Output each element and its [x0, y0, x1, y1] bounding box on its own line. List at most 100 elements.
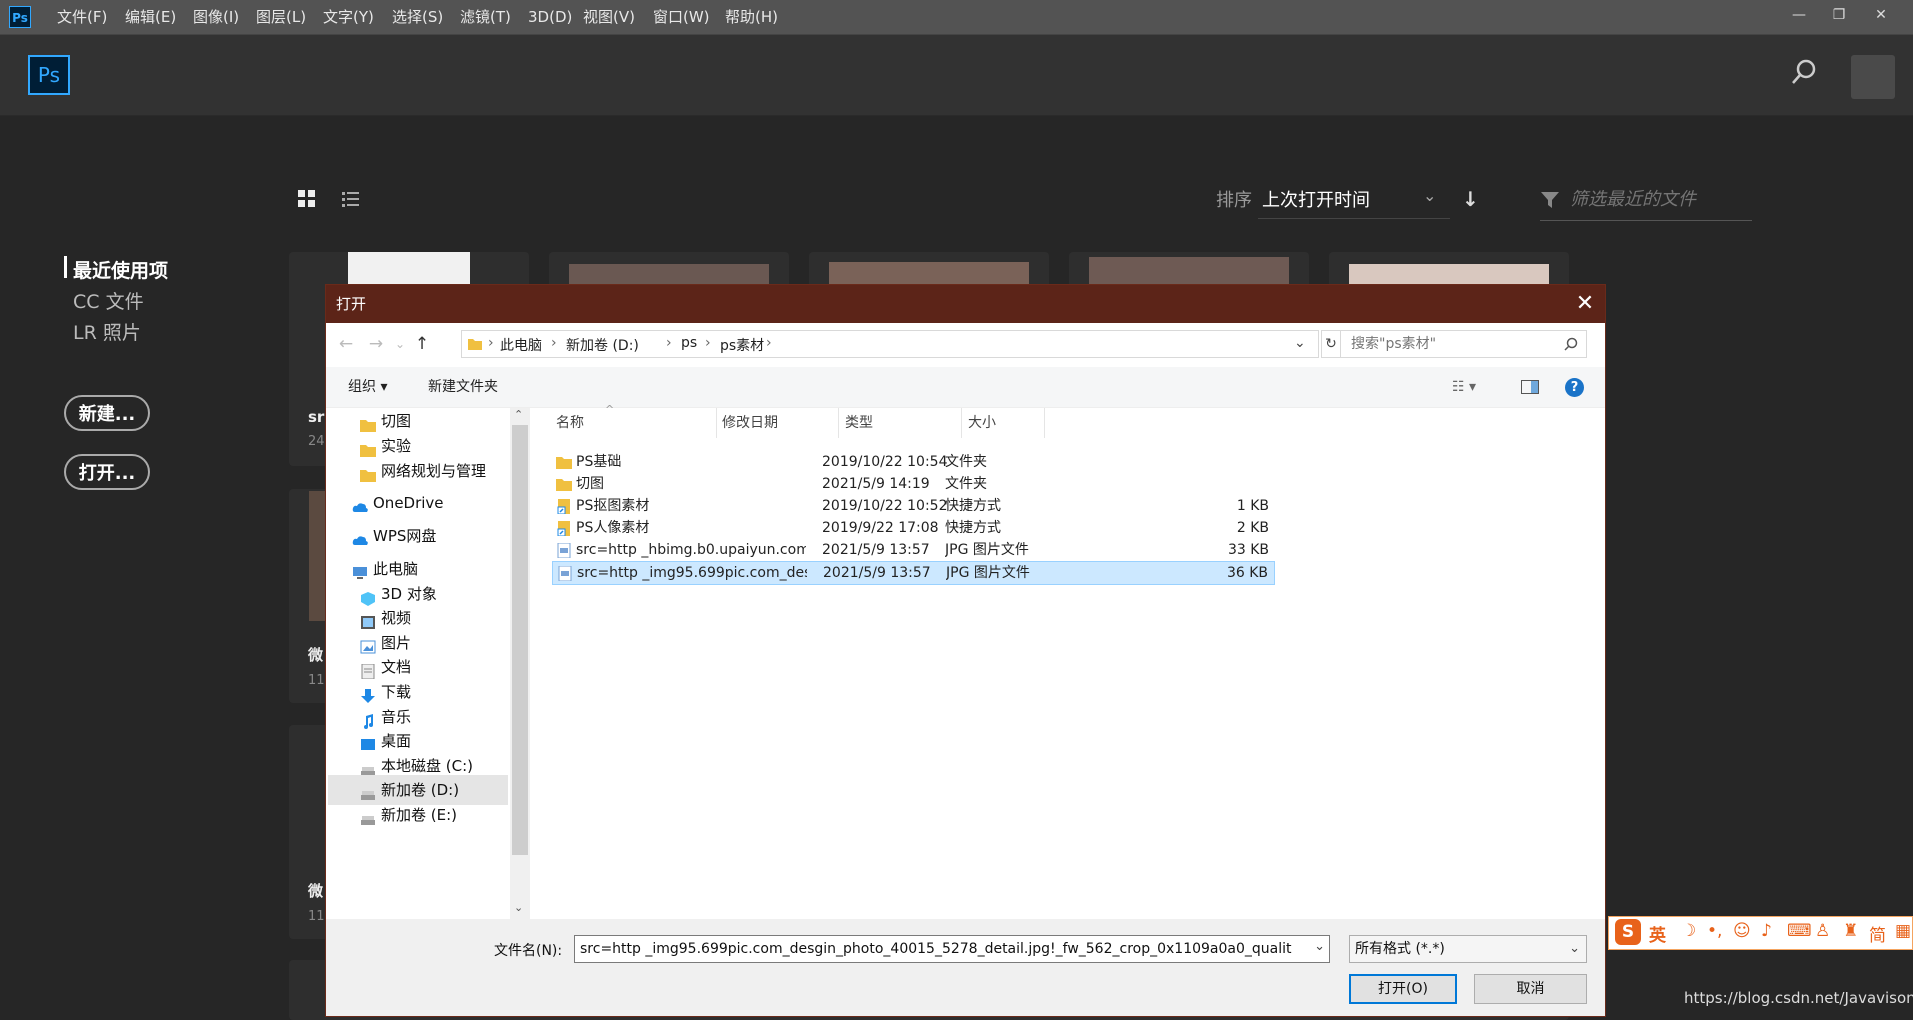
nav-cc-files[interactable]: CC 文件 — [73, 287, 144, 314]
image-file-icon — [557, 566, 573, 588]
nav-lr-photos[interactable]: LR 照片 — [73, 318, 141, 345]
menu-item[interactable]: 帮助(H) — [725, 0, 778, 34]
tree-item[interactable]: WPS网盘 — [328, 521, 508, 551]
shirt-icon[interactable]: ♜ — [1843, 921, 1858, 941]
file-size: 2 KB — [1236, 520, 1269, 536]
breadcrumb-item[interactable]: 此电脑 — [500, 335, 542, 355]
file-row[interactable]: PS基础 2019/10/22 10:54 文件夹 — [552, 451, 1275, 475]
nav-recent[interactable]: 最近使用项 — [73, 256, 168, 283]
new-button[interactable]: 新建... — [64, 395, 150, 431]
filter-field[interactable] — [1540, 182, 1752, 221]
moon-icon[interactable]: ☽ — [1681, 921, 1696, 941]
column-header-date[interactable]: 修改日期 — [722, 408, 778, 438]
grid-view-icon[interactable] — [298, 190, 316, 208]
filetype-value: 所有格式 (*.*) — [1355, 941, 1445, 957]
ime-mode[interactable]: 英 — [1649, 921, 1666, 946]
ime-toolbar[interactable]: S 英 ☽ •, ☺ ♪ ⌨ ♙ ♜ 简 ▦ — [1608, 916, 1913, 950]
punctuation-icon[interactable]: •, — [1707, 921, 1722, 941]
filetype-select[interactable]: 所有格式 (*.*) ⌄ — [1349, 935, 1587, 963]
chevron-down-icon[interactable]: ⌄ — [1314, 939, 1325, 954]
cancel-button[interactable]: 取消 — [1474, 974, 1587, 1004]
column-separator[interactable] — [838, 408, 839, 438]
emoji-icon[interactable]: ☺ — [1733, 921, 1751, 941]
close-icon[interactable]: ✕ — [1570, 289, 1600, 319]
file-date: 2019/9/22 17:08 — [822, 520, 939, 536]
filter-input[interactable] — [1568, 188, 1752, 211]
open-button[interactable]: 打开... — [64, 454, 150, 490]
menu-item[interactable]: 编辑(E) — [125, 0, 176, 34]
organize-button[interactable]: 组织 ▾ — [348, 367, 387, 407]
column-separator[interactable] — [1044, 408, 1045, 438]
file-name: PS人像素材 — [576, 520, 650, 536]
open-file-button[interactable]: 打开(O) — [1349, 974, 1457, 1004]
column-header-size[interactable]: 大小 — [968, 408, 996, 438]
forward-arrow-icon[interactable]: → — [364, 332, 388, 356]
scroll-down-icon[interactable]: ⌄ — [514, 901, 523, 914]
column-header-type[interactable]: 类型 — [845, 408, 873, 438]
view-options-icon[interactable]: ☷ ▾ — [1452, 367, 1476, 407]
menu-item[interactable]: 窗口(W) — [653, 0, 710, 34]
grid-icon[interactable]: ▦ — [1895, 921, 1911, 941]
user-icon[interactable]: ♙ — [1815, 921, 1830, 941]
tree-item[interactable]: 新加卷 (E:) — [328, 800, 508, 830]
file-row[interactable]: src=http _hbimg.b0.upaiyun.com_14... 2021… — [552, 539, 1275, 563]
menu-item[interactable]: 文字(Y) — [323, 0, 374, 34]
help-icon[interactable]: ? — [1565, 378, 1584, 397]
refresh-icon[interactable]: ↻ — [1321, 330, 1341, 358]
breadcrumb-item[interactable]: 新加卷 (D:) — [566, 335, 639, 355]
simplified-icon[interactable]: 简 — [1869, 921, 1886, 946]
address-dropdown-icon[interactable]: ⌄ — [1294, 335, 1306, 351]
breadcrumb-item[interactable]: ps — [681, 335, 697, 351]
sort-select[interactable]: 上次打开时间 ⌄ — [1258, 180, 1450, 219]
file-type: JPG 图片文件 — [946, 565, 1030, 581]
file-row[interactable]: src=http _img95.699pic.com_desgin... 2021… — [552, 561, 1275, 585]
restore-button[interactable]: ❐ — [1826, 3, 1852, 27]
menu-item[interactable]: 图层(L) — [256, 0, 306, 34]
tree-item[interactable]: 网络规划与管理 — [328, 456, 508, 486]
file-row[interactable]: PS人像素材 2019/9/22 17:08 快捷方式 2 KB — [552, 517, 1275, 541]
filename-field[interactable]: ⌄ — [574, 935, 1330, 963]
new-folder-button[interactable]: 新建文件夹 — [428, 367, 498, 407]
file-type: 快捷方式 — [945, 498, 1001, 514]
search-icon[interactable] — [1790, 57, 1820, 87]
file-date: 2021/5/9 13:57 — [822, 542, 930, 558]
search-field[interactable] — [1340, 330, 1587, 358]
open-dialog: 打开 ✕ ← → ⌄ ↑ › 此电脑 › 新加卷 (D:) › ps › ps素… — [325, 284, 1606, 1017]
tree-item[interactable]: OneDrive — [328, 488, 508, 518]
chevron-down-icon: ⌄ — [1569, 941, 1580, 956]
file-size: 36 KB — [1226, 565, 1268, 581]
menu-item[interactable]: 3D(D) — [528, 0, 572, 34]
menu-item[interactable]: 文件(F) — [57, 0, 107, 34]
breadcrumb-separator: › — [666, 335, 672, 351]
up-arrow-icon[interactable]: ↑ — [410, 332, 434, 356]
back-arrow-icon[interactable]: ← — [334, 332, 358, 356]
search-input[interactable] — [1349, 335, 1563, 353]
file-date: 2021/5/9 14:19 — [822, 476, 930, 492]
address-bar[interactable]: › 此电脑 › 新加卷 (D:) › ps › ps素材 › ⌄ — [461, 330, 1319, 358]
column-separator[interactable] — [961, 408, 962, 438]
avatar[interactable] — [1851, 55, 1895, 99]
file-name: 切图 — [576, 476, 604, 492]
minimize-button[interactable]: — — [1786, 3, 1812, 27]
column-header-name[interactable]: 名称 — [556, 408, 584, 438]
file-row[interactable]: 切图 2021/5/9 14:19 文件夹 — [552, 473, 1275, 497]
close-app-button[interactable]: ✕ — [1868, 3, 1894, 27]
column-separator[interactable] — [716, 408, 717, 438]
list-view-icon[interactable] — [342, 191, 360, 207]
keyboard-icon[interactable]: ⌨ — [1787, 921, 1812, 941]
filename-input[interactable] — [578, 940, 1310, 958]
preview-pane-icon[interactable] — [1521, 380, 1539, 394]
menu-item[interactable]: 视图(V) — [583, 0, 635, 34]
photoshop-logo-icon: Ps — [28, 55, 70, 95]
microphone-icon[interactable]: ♪ — [1761, 921, 1772, 941]
file-row[interactable]: PS抠图素材 2019/10/22 10:52 快捷方式 1 KB — [552, 495, 1275, 519]
menu-item[interactable]: 图像(I) — [193, 0, 239, 34]
menu-item[interactable]: 滤镜(T) — [460, 0, 511, 34]
recent-locations-icon[interactable]: ⌄ — [388, 332, 412, 356]
file-type: 快捷方式 — [945, 520, 1001, 536]
scroll-up-icon[interactable]: ⌃ — [514, 408, 523, 421]
sort-direction-icon[interactable]: ↓ — [1462, 187, 1479, 211]
breadcrumb-item[interactable]: ps素材 — [720, 335, 764, 355]
scrollbar-thumb[interactable] — [512, 425, 528, 855]
menu-item[interactable]: 选择(S) — [392, 0, 443, 34]
